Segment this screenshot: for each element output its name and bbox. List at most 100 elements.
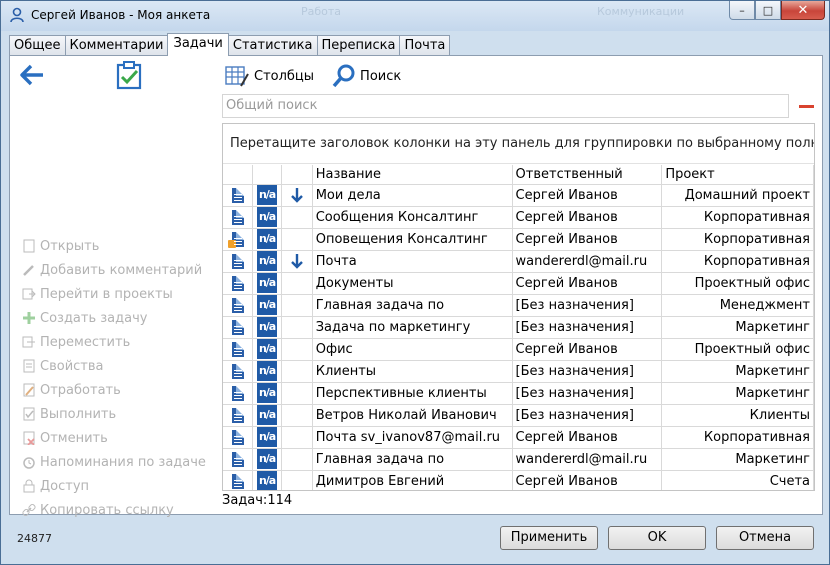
menu-item-10[interactable]: Доступ — [22, 474, 206, 498]
status-cell: n/a — [252, 338, 283, 361]
tab-5[interactable]: Почта — [399, 35, 451, 56]
back-arrow-icon[interactable] — [20, 64, 44, 86]
work-icon — [22, 383, 36, 397]
tab-3[interactable]: Статистика — [227, 35, 318, 56]
menu-item-label: Напоминания по задаче — [40, 454, 206, 470]
tab-1[interactable]: Комментарии — [64, 35, 169, 56]
table-row[interactable]: n/a Перспективные клиенты [Без назначения]… — [223, 382, 814, 405]
table-row[interactable]: n/a Ветров Николай Иванович [Без назначени… — [223, 404, 814, 427]
open-icon — [22, 239, 36, 253]
menu-item-9[interactable]: Напоминания по задаче — [22, 450, 206, 474]
search-button[interactable]: Поиск — [332, 64, 401, 88]
table-row[interactable]: n/a Сообщения Консалтинг Сергей Иванов Корп… — [223, 206, 814, 229]
owner-cell: Сергей Иванов — [512, 184, 663, 207]
priority-cell — [281, 382, 313, 405]
owner-cell: [Без назначения] — [512, 382, 663, 405]
priority-cell — [281, 272, 313, 295]
status-cell: n/a — [252, 250, 283, 273]
name-cell: Димитров Евгений — [312, 470, 513, 490]
title-bar[interactable]: Работа Коммуникации Сергей Иванов - Моя … — [1, 1, 829, 31]
menu-item-3[interactable]: Создать задачу — [22, 306, 206, 330]
task-count: Задач:114 — [222, 493, 293, 508]
document-icon — [231, 429, 244, 445]
owner-cell: Сергей Иванов — [512, 206, 663, 229]
menu-item-6[interactable]: Отработать — [22, 378, 206, 402]
global-search-input[interactable]: Общий поиск — [222, 94, 789, 118]
menu-item-2[interactable]: Перейти в проекты — [22, 282, 206, 306]
menu-item-1[interactable]: Добавить комментарий — [22, 258, 206, 282]
cancel-icon — [22, 431, 36, 446]
owner-cell: Сергей Иванов — [512, 470, 663, 490]
doc-cell — [223, 272, 254, 295]
table-row[interactable]: n/a Документы Сергей Иванов Проектный офис — [223, 272, 814, 295]
document-icon — [231, 275, 244, 291]
menu-item-8[interactable]: Отменить — [22, 426, 206, 450]
table-row[interactable]: n/a Офис Сергей Иванов Проектный офис — [223, 338, 814, 361]
table-header-row: Название Ответственный Проект — [223, 165, 814, 185]
name-cell: Перспективные клиенты — [312, 382, 513, 405]
plus-icon — [22, 311, 36, 325]
document-icon — [231, 253, 244, 269]
close-button[interactable]: ✕ — [781, 1, 825, 20]
group-by-panel[interactable]: Перетащите заголовок колонки на эту пане… — [223, 124, 814, 164]
menu-item-label: Копировать ссылку — [40, 502, 174, 518]
table-row[interactable]: n/a Мои дела Сергей Иванов Домашний проект — [223, 184, 814, 207]
menu-item-4[interactable]: Переместить — [22, 330, 206, 354]
table-row[interactable]: n/a Главная задача по wandererdl@mail.ru Ма… — [223, 448, 814, 471]
owner-cell: [Без назначения] — [512, 316, 663, 339]
priority-cell — [281, 228, 313, 251]
status-cell: n/a — [252, 272, 283, 295]
header-status[interactable] — [252, 165, 283, 185]
columns-label: Столбцы — [254, 68, 315, 84]
tab-0[interactable]: Общее — [9, 35, 66, 56]
app-window: Работа Коммуникации Сергей Иванов - Моя … — [0, 0, 830, 565]
name-cell: Сообщения Консалтинг — [312, 206, 513, 229]
na-status-icon: n/a — [257, 383, 278, 403]
header-priority[interactable] — [281, 165, 313, 185]
table-row[interactable]: n/a Клиенты [Без назначения] Маркетинг — [223, 360, 814, 383]
apply-button[interactable]: Применить — [500, 526, 598, 550]
name-cell: Офис — [312, 338, 513, 361]
remove-filter-button[interactable] — [799, 105, 814, 108]
menu-item-5[interactable]: Свойства — [22, 354, 206, 378]
na-status-icon: n/a — [257, 295, 278, 315]
name-cell: Оповещения Консалтинг — [312, 228, 513, 251]
cancel-button[interactable]: Отмена — [716, 526, 814, 550]
menu-item-11[interactable]: Копировать ссылку — [22, 498, 206, 522]
owner-cell: wandererdl@mail.ru — [512, 448, 663, 471]
tab-2[interactable]: Задачи — [167, 33, 229, 56]
search-icon — [332, 64, 355, 88]
grid-toolbar: Столбцы Поиск — [224, 64, 419, 88]
header-name[interactable]: Название — [312, 165, 513, 185]
doc-cell — [223, 184, 254, 207]
header-doc[interactable] — [223, 165, 254, 185]
minimize-button[interactable]: – — [729, 1, 755, 20]
table-row[interactable]: n/a Задача по маркетингу [Без назначения] М… — [223, 316, 814, 339]
menu-item-0[interactable]: Открыть — [22, 234, 206, 258]
search-label: Поиск — [360, 68, 402, 84]
header-owner[interactable]: Ответственный — [512, 165, 663, 185]
project-cell: Маркетинг — [661, 360, 814, 383]
clipboard-check-icon[interactable] — [116, 60, 142, 90]
properties-icon — [22, 359, 36, 373]
table-row[interactable]: n/a Почта wandererdl@mail.ru Корпоративная — [223, 250, 814, 273]
maximize-button[interactable]: □ — [755, 1, 781, 20]
project-cell: Клиенты — [661, 404, 814, 427]
link-icon — [22, 503, 36, 517]
document-icon — [231, 385, 244, 401]
ok-button[interactable]: OK — [608, 526, 706, 550]
table-row[interactable]: n/a Почта sv_ivanov87@mail.ru Сергей Ивано… — [223, 426, 814, 449]
table-row[interactable]: n/a Оповещения Консалтинг Сергей Иванов Кор… — [223, 228, 814, 251]
status-cell: n/a — [252, 404, 283, 427]
doc-cell — [223, 338, 254, 361]
project-cell: Корпоративная — [661, 426, 814, 449]
tasks-grid: Перетащите заголовок колонки на эту пане… — [222, 123, 815, 491]
priority-cell — [281, 426, 313, 449]
columns-button[interactable]: Столбцы — [224, 64, 314, 88]
doc-cell — [223, 316, 254, 339]
header-project[interactable]: Проект — [661, 165, 814, 185]
tab-4[interactable]: Переписка — [316, 35, 401, 56]
table-row[interactable]: n/a Главная задача по [Без назначения] Мене… — [223, 294, 814, 317]
menu-item-7[interactable]: Выполнить — [22, 402, 206, 426]
table-row[interactable]: n/a Димитров Евгений Сергей Иванов Счета — [223, 470, 814, 490]
